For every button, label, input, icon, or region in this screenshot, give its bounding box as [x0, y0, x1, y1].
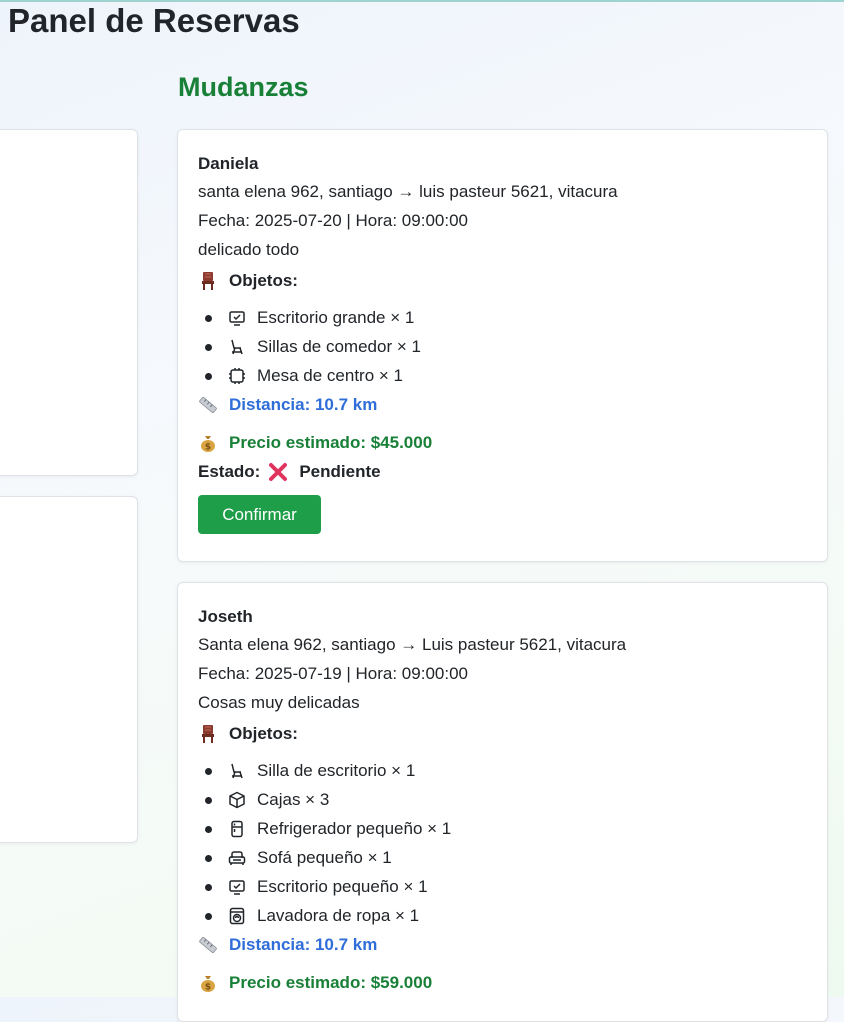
- price-text: Precio estimado: $45.000: [229, 433, 433, 452]
- reservation-card: Joseth Santa elena 962, santiago → Luis …: [177, 582, 828, 1022]
- distance-text: Distancia: 10.7 km: [229, 395, 378, 414]
- list-item: Escritorio pequeño × 1: [198, 876, 807, 898]
- ruler-icon: [198, 935, 218, 955]
- status-badge: Pendiente: [299, 462, 381, 481]
- fridge-icon: [228, 820, 246, 838]
- left-card-1: [0, 129, 138, 476]
- list-item: Refrigerador pequeño × 1: [198, 818, 807, 840]
- chair-icon: [228, 762, 246, 780]
- reservation-card: Daniela santa elena 962, santiago → luis…: [177, 129, 828, 562]
- item-text: Escritorio grande × 1: [257, 308, 415, 327]
- item-text: Refrigerador pequeño × 1: [257, 819, 452, 838]
- date-time: Fecha: 2025-07-19 | Hora: 09:00:00: [198, 664, 468, 683]
- objects-list: Silla de escritorio × 1 Cajas × 3 Refrig…: [198, 760, 807, 927]
- list-item: Lavadora de ropa × 1: [198, 905, 807, 927]
- bullet: [205, 912, 212, 920]
- list-item: Silla de escritorio × 1: [198, 760, 807, 782]
- list-item: Sillas de comedor × 1: [198, 336, 807, 358]
- bullet: [205, 314, 212, 322]
- distance: Distancia: 10.7 km: [198, 934, 807, 956]
- route: Santa elena 962, santiago → Luis pasteur…: [198, 635, 627, 654]
- client-name: Joseth: [198, 607, 253, 626]
- chair-icon: [228, 338, 246, 356]
- objects-heading: Objetos:: [198, 270, 807, 292]
- notes: delicado todo: [198, 240, 300, 259]
- route: santa elena 962, santiago → luis pasteur…: [198, 182, 618, 201]
- svg-text:$: $: [205, 983, 211, 993]
- table-icon: [228, 367, 246, 385]
- objects-label: Objetos:: [229, 724, 298, 743]
- status-row: Estado: Pendiente: [198, 461, 807, 483]
- cross-mark-icon: [268, 462, 288, 482]
- item-text: Lavadora de ropa × 1: [257, 906, 420, 925]
- chair-emoji-icon: [198, 271, 218, 291]
- washer-icon: [228, 907, 246, 925]
- page-title: Panel de Reservas: [8, 2, 300, 39]
- list-item: Sofá pequeño × 1: [198, 847, 807, 869]
- money-bag-icon: $: [198, 973, 218, 993]
- desk-icon: [228, 309, 246, 327]
- svg-text:$: $: [205, 443, 211, 453]
- box-icon: [228, 791, 246, 809]
- ruler-icon: [198, 395, 218, 415]
- confirm-button[interactable]: Confirmar: [198, 495, 321, 534]
- money-bag-icon: $: [198, 433, 218, 453]
- notes: Cosas muy delicadas: [198, 693, 360, 712]
- bullet: [205, 796, 212, 804]
- list-item: Escritorio grande × 1: [198, 307, 807, 329]
- bullet: [205, 825, 212, 833]
- desk-icon: [228, 878, 246, 896]
- item-text: Cajas × 3: [257, 790, 330, 809]
- date-time: Fecha: 2025-07-20 | Hora: 09:00:00: [198, 211, 468, 230]
- item-text: Silla de escritorio × 1: [257, 761, 416, 780]
- status-label: Estado:: [198, 462, 261, 481]
- bullet: [205, 767, 212, 775]
- left-card-2: [0, 496, 138, 843]
- item-text: Sillas de comedor × 1: [257, 337, 421, 356]
- objects-heading: Objetos:: [198, 723, 807, 745]
- bullet: [205, 372, 212, 380]
- objects-label: Objetos:: [229, 271, 298, 290]
- item-text: Mesa de centro × 1: [257, 366, 404, 385]
- bullet: [205, 343, 212, 351]
- chair-emoji-icon: [198, 724, 218, 744]
- bullet: [205, 883, 212, 891]
- distance: Distancia: 10.7 km: [198, 394, 807, 416]
- price: $ Precio estimado: $45.000: [198, 432, 807, 454]
- bullet: [205, 854, 212, 862]
- item-text: Sofá pequeño × 1: [257, 848, 392, 867]
- distance-text: Distancia: 10.7 km: [229, 935, 378, 954]
- objects-list: Escritorio grande × 1 Sillas de comedor …: [198, 307, 807, 387]
- item-text: Escritorio pequeño × 1: [257, 877, 428, 896]
- price: $ Precio estimado: $59.000: [198, 972, 807, 994]
- list-item: Cajas × 3: [198, 789, 807, 811]
- section-title: Mudanzas: [178, 72, 309, 102]
- client-name: Daniela: [198, 154, 259, 173]
- sofa-icon: [228, 849, 246, 867]
- list-item: Mesa de centro × 1: [198, 365, 807, 387]
- price-text: Precio estimado: $59.000: [229, 973, 433, 992]
